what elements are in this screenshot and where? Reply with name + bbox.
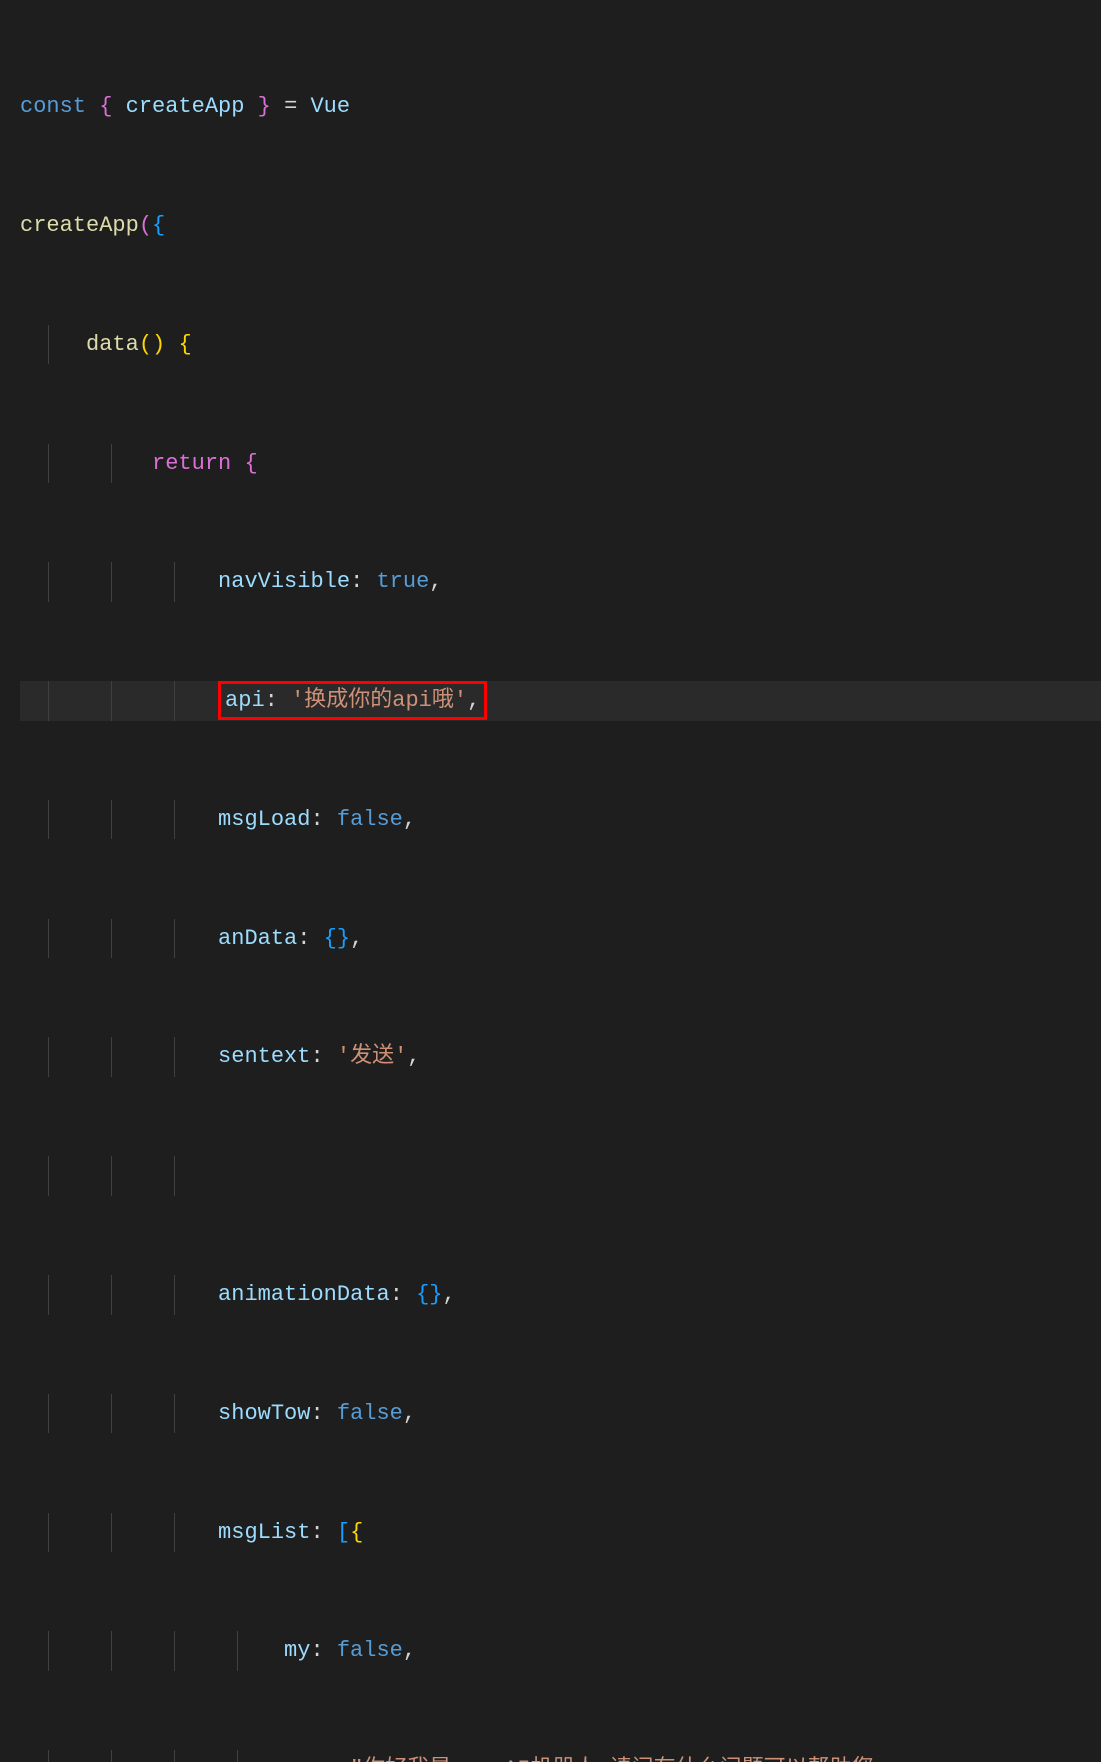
code-line: msgList: [{	[20, 1513, 1101, 1553]
string: "你好我是openAI机器人,请问有什么问题可以帮助您	[350, 1757, 874, 1762]
boolean: false	[337, 1638, 403, 1663]
code-line: msgLoad: false,	[20, 800, 1101, 840]
property-key: msgLoad	[218, 807, 310, 832]
brace: {	[350, 1520, 363, 1545]
highlight-box: api: '换成你的api哦',	[218, 681, 487, 720]
function-call: createApp	[20, 213, 139, 238]
brace: {	[152, 213, 165, 238]
braces: {}	[324, 926, 350, 951]
code-line: data() {	[20, 325, 1101, 365]
string: '换成你的api哦'	[291, 688, 467, 713]
code-line-highlighted: api: '换成你的api哦',	[20, 681, 1101, 721]
code-line-empty	[20, 1156, 1101, 1196]
parens: ()	[139, 332, 165, 357]
code-line: anData: {},	[20, 919, 1101, 959]
brace: {	[178, 332, 191, 357]
boolean: true	[376, 569, 429, 594]
method-name: data	[86, 332, 139, 357]
keyword-const: const	[20, 94, 86, 119]
brace: {	[244, 451, 257, 476]
operator: =	[284, 94, 297, 119]
braces: {}	[416, 1282, 442, 1307]
code-line: showTow: false,	[20, 1394, 1101, 1434]
property-key: navVisible	[218, 569, 350, 594]
brace: {	[99, 94, 112, 119]
property-key: msg	[284, 1757, 324, 1762]
code-line: createApp({	[20, 206, 1101, 246]
boolean: false	[337, 1401, 403, 1426]
code-line: animationData: {},	[20, 1275, 1101, 1315]
property-key: animationData	[218, 1282, 390, 1307]
keyword-return: return	[152, 451, 231, 476]
property-key: sentext	[218, 1044, 310, 1069]
identifier: createApp	[126, 94, 245, 119]
code-line: my: false,	[20, 1631, 1101, 1671]
code-line: sentext: '发送',	[20, 1037, 1101, 1077]
code-line: navVisible: true,	[20, 562, 1101, 602]
property-key: api	[225, 688, 265, 713]
string: '发送'	[337, 1044, 407, 1069]
boolean: false	[337, 807, 403, 832]
code-line: msg: "你好我是openAI机器人,请问有什么问题可以帮助您	[20, 1750, 1101, 1762]
identifier: Vue	[310, 94, 350, 119]
bracket: [	[337, 1520, 350, 1545]
property-key: showTow	[218, 1401, 310, 1426]
code-line: const { createApp } = Vue	[20, 87, 1101, 127]
property-key: anData	[218, 926, 297, 951]
code-editor[interactable]: const { createApp } = Vue createApp({ da…	[0, 0, 1101, 1762]
property-key: my	[284, 1638, 310, 1663]
code-line: return {	[20, 444, 1101, 484]
paren: (	[139, 213, 152, 238]
brace: }	[258, 94, 271, 119]
property-key: msgList	[218, 1520, 310, 1545]
